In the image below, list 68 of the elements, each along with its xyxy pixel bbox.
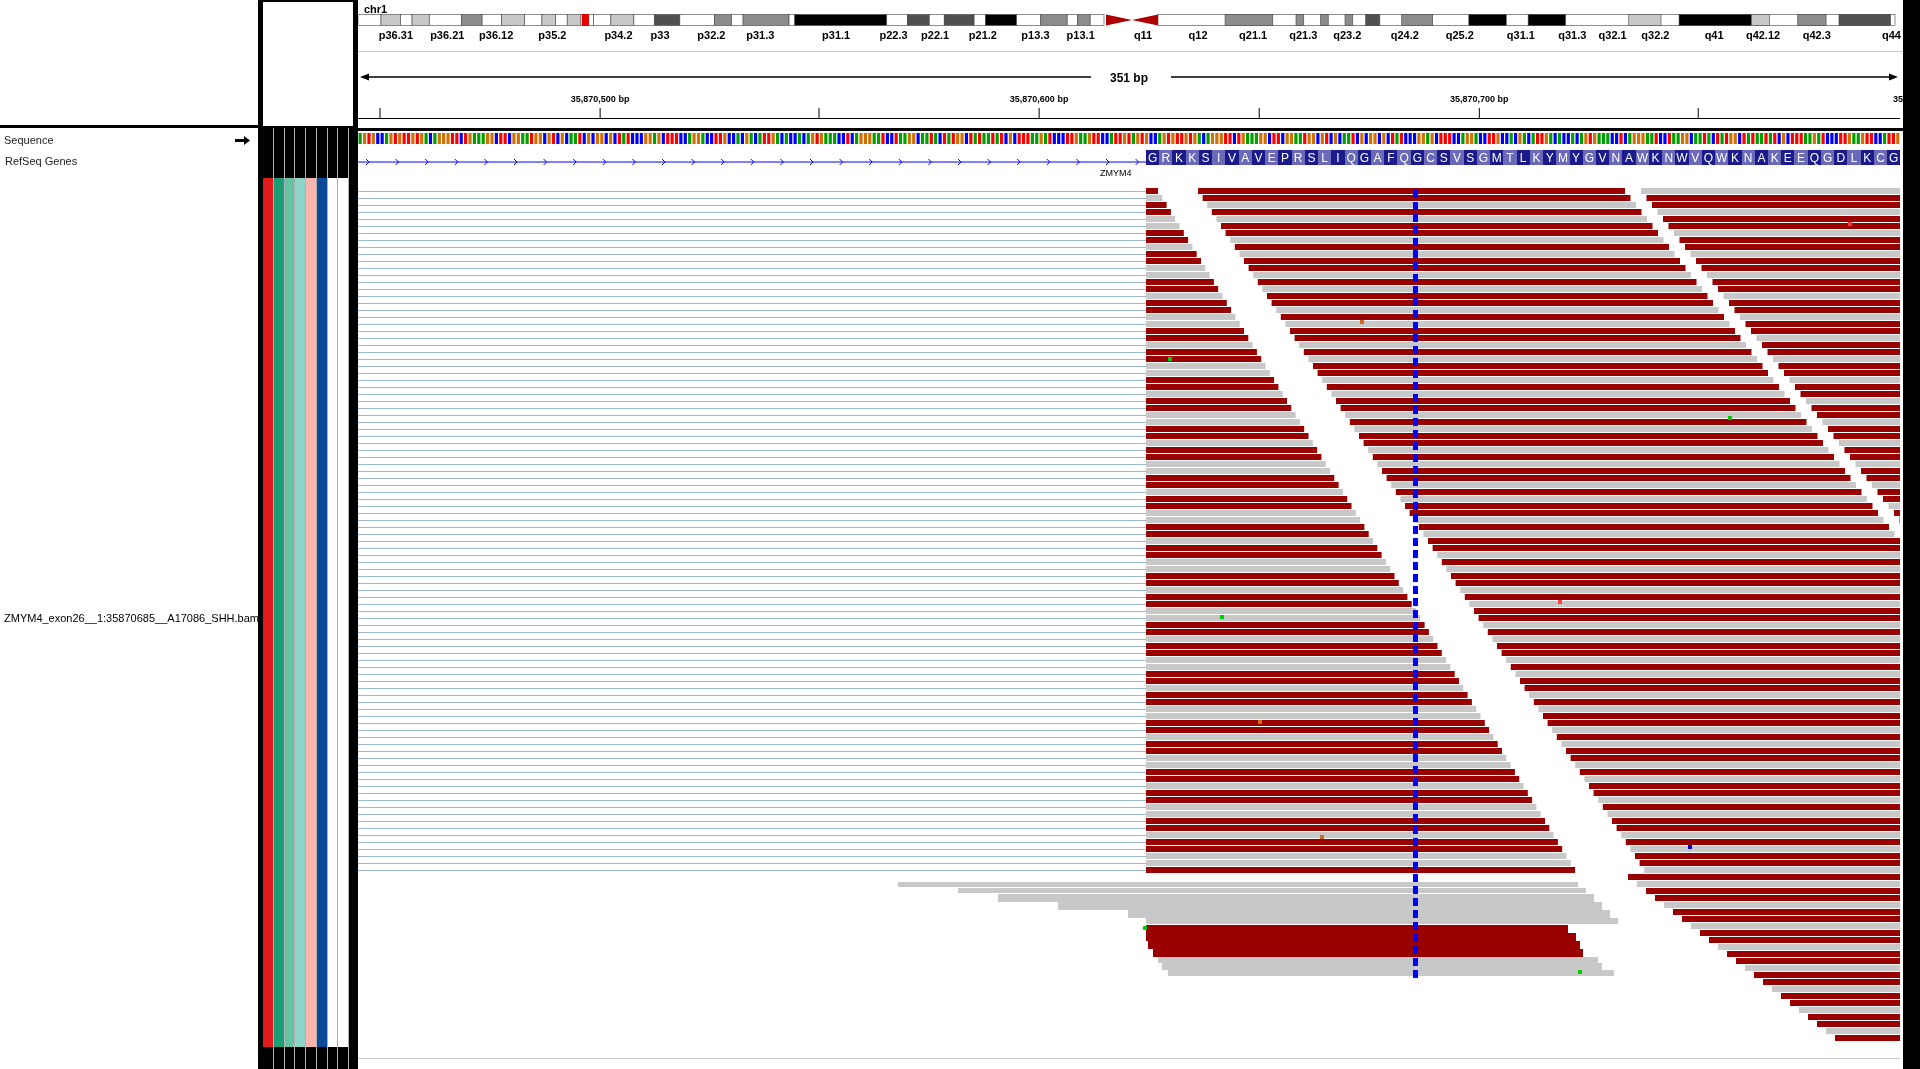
band-label: p36.31 (378, 28, 414, 43)
amino-acid: L (1847, 150, 1861, 165)
amino-acid: K (1768, 150, 1782, 165)
amino-acid: W (1675, 150, 1689, 165)
amino-acid: E (1794, 150, 1808, 165)
amino-acid: M (1490, 150, 1504, 165)
amino-acid: V (1450, 150, 1464, 165)
band-label: p36.21 (430, 28, 465, 43)
band-label: p22.1 (921, 28, 950, 43)
band-label: p36.12 (479, 28, 514, 43)
band-label: q41 (1704, 28, 1724, 43)
amino-acid: E (1781, 150, 1795, 165)
amino-acid: Q (1397, 150, 1411, 165)
amino-acid: I (1212, 150, 1226, 165)
amino-acid: I (1331, 150, 1345, 165)
band-label: p31.1 (822, 28, 851, 43)
gene-name: ZMYM4 (1100, 167, 1132, 180)
tick-label: 35,870,700 bp (1450, 93, 1509, 106)
tick-label: 35,870,500 bp (570, 93, 630, 106)
band-label: p13.3 (1021, 28, 1050, 43)
amino-acid: K (1728, 150, 1742, 165)
track-name[interactable]: Sequence (4, 131, 54, 149)
amino-acid: L (1318, 150, 1332, 165)
band-label: q25.2 (1445, 28, 1474, 43)
band-label: q42.12 (1745, 28, 1781, 43)
band-label: p32.2 (697, 28, 726, 43)
tick-label: 35,870,600 bp (1009, 93, 1069, 106)
amino-acid: E (1265, 150, 1279, 165)
band-label: q42.3 (1802, 28, 1831, 43)
band-label: p13.1 (1066, 28, 1095, 43)
amino-acid: P (1278, 150, 1292, 165)
amino-acid: W (1715, 150, 1729, 165)
band-label: q23.2 (1333, 28, 1362, 43)
band-label: p33 (650, 28, 670, 43)
band-label: q21.1 (1239, 28, 1268, 43)
amino-acid: G (1146, 150, 1160, 165)
track-name[interactable]: ZMYM4_exon26__1:35870685__A17086_SHH.bam (4, 610, 259, 627)
band-label: p35.2 (538, 28, 567, 43)
band-label: p21.2 (968, 28, 997, 43)
band-label: p22.3 (879, 28, 908, 43)
amino-acid: N (1609, 150, 1623, 165)
band-label: q44 (1882, 28, 1901, 43)
amino-acid: D (1834, 150, 1848, 165)
amino-acid: M (1556, 150, 1570, 165)
band-label: q12 (1188, 28, 1208, 43)
band-label: q31.3 (1558, 28, 1587, 43)
amino-acid: S (1437, 150, 1451, 165)
amino-acid: A (1622, 150, 1636, 165)
band-label: q32.2 (1641, 28, 1670, 43)
track-name[interactable]: RefSeq Genes (5, 153, 78, 170)
amino-acid: K (1172, 150, 1186, 165)
band-label: q24.2 (1390, 28, 1419, 43)
band-label: q21.3 (1289, 28, 1318, 43)
amino-acid: T (1503, 150, 1517, 165)
amino-acid: V (1225, 150, 1239, 165)
tick-label: 35 (1893, 93, 1903, 106)
amino-acid: R (1159, 150, 1173, 165)
band-label: q31.1 (1506, 28, 1535, 43)
amino-acid: Y (1543, 150, 1557, 165)
band-label: p34.2 (604, 28, 633, 43)
amino-acid: N (1662, 150, 1676, 165)
arrow-icon[interactable] (235, 135, 250, 145)
band-label: q32.1 (1598, 28, 1627, 43)
chromosome-label: chr1 (364, 2, 388, 17)
band-label: q11 (1133, 28, 1153, 43)
amino-acid: G (1887, 150, 1901, 165)
amino-acid: F (1384, 150, 1398, 165)
band-label: p31.3 (746, 28, 775, 43)
